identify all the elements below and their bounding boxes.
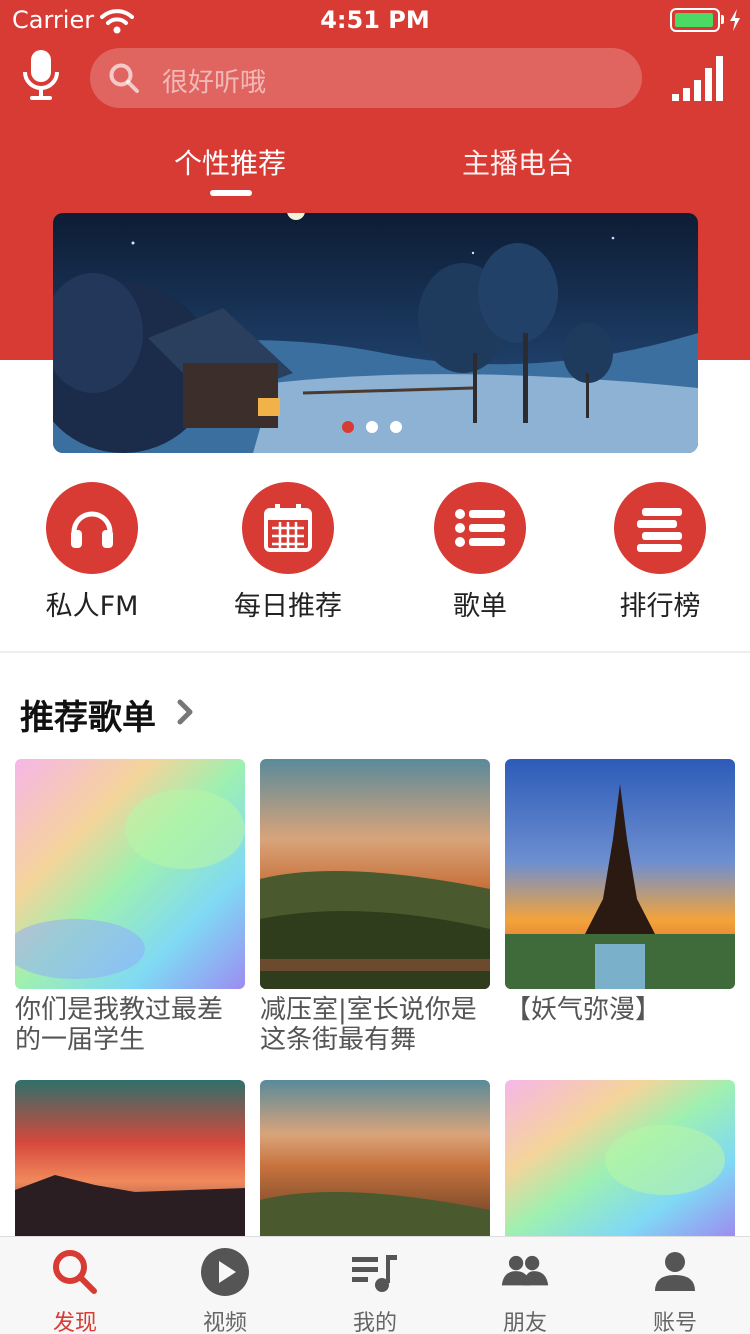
tab-video[interactable]: 视频 xyxy=(150,1237,300,1334)
tab-personal-recommend[interactable]: 个性推荐 xyxy=(174,142,286,182)
banner-page-dot-2[interactable] xyxy=(366,421,378,433)
playlist-title: 减压室|室长说你是这条街最有舞 xyxy=(260,995,477,1055)
section-divider xyxy=(0,651,750,653)
list-icon xyxy=(455,509,505,547)
status-bar: Carrier 4:51 PM xyxy=(0,0,750,40)
playlist-cover xyxy=(260,759,490,989)
entry-daily-recommend[interactable]: 每日推荐 xyxy=(198,482,378,622)
tab-anchor-radio[interactable]: 主播电台 xyxy=(462,142,574,182)
tab-label: 我的 xyxy=(352,1311,397,1334)
bottom-tab-bar: 发现 视频 我的 朋友 账号 xyxy=(0,1236,750,1334)
battery-tip xyxy=(721,15,724,24)
entry-label: 每日推荐 xyxy=(234,591,342,622)
entry-label: 私人FM xyxy=(45,591,139,622)
tab-friends[interactable]: 朋友 xyxy=(450,1237,600,1334)
account-icon xyxy=(655,1252,695,1291)
search-icon xyxy=(109,63,139,93)
tab-indicator xyxy=(210,190,252,196)
banner-carousel[interactable] xyxy=(53,213,698,453)
playlist-cover xyxy=(15,759,245,989)
banner-page-dot-1[interactable] xyxy=(342,421,354,433)
chevron-right-icon[interactable] xyxy=(176,698,196,726)
entry-label: 排行榜 xyxy=(619,591,701,622)
search-placeholder: 很好听哦 xyxy=(162,68,267,98)
entry-playlist[interactable]: 歌单 xyxy=(390,482,570,622)
entry-circle xyxy=(434,482,526,574)
tab-account[interactable]: 账号 xyxy=(600,1237,750,1334)
status-time: 4:51 PM xyxy=(320,6,430,34)
charging-icon xyxy=(730,9,740,31)
tab-label: 发现 xyxy=(52,1311,97,1334)
battery-icon xyxy=(670,8,720,32)
tab-mine[interactable]: 我的 xyxy=(300,1237,450,1334)
entry-private-fm[interactable]: 私人FM xyxy=(2,482,182,622)
music-list-icon xyxy=(352,1255,397,1292)
calendar-icon xyxy=(264,504,312,552)
search-icon xyxy=(53,1250,97,1294)
now-playing-icon[interactable] xyxy=(670,52,728,102)
tab-label: 视频 xyxy=(202,1311,247,1334)
play-icon xyxy=(201,1248,249,1296)
section-title[interactable]: 推荐歌单 xyxy=(20,690,156,739)
entry-ranking[interactable]: 排行榜 xyxy=(570,482,750,622)
playlist-title: 【妖气弥漫】 xyxy=(505,995,662,1025)
friends-icon xyxy=(501,1255,549,1286)
playlist-title: 你们是我教过最差的一届学生 xyxy=(15,995,224,1055)
entry-circle xyxy=(46,482,138,574)
banner-page-dot-3[interactable] xyxy=(390,421,402,433)
microphone-icon[interactable] xyxy=(22,50,60,102)
headphones-icon xyxy=(71,511,113,548)
tab-label: 账号 xyxy=(652,1311,697,1334)
tab-label: 朋友 xyxy=(502,1311,547,1334)
entry-circle xyxy=(614,482,706,574)
entry-circle xyxy=(242,482,334,574)
tab-discover[interactable]: 发现 xyxy=(0,1237,150,1334)
banner-image xyxy=(53,213,698,453)
search-input[interactable]: 很好听哦 xyxy=(90,48,642,108)
entry-label: 歌单 xyxy=(453,591,507,622)
ranking-icon xyxy=(637,508,682,552)
playlist-cover xyxy=(505,759,735,989)
